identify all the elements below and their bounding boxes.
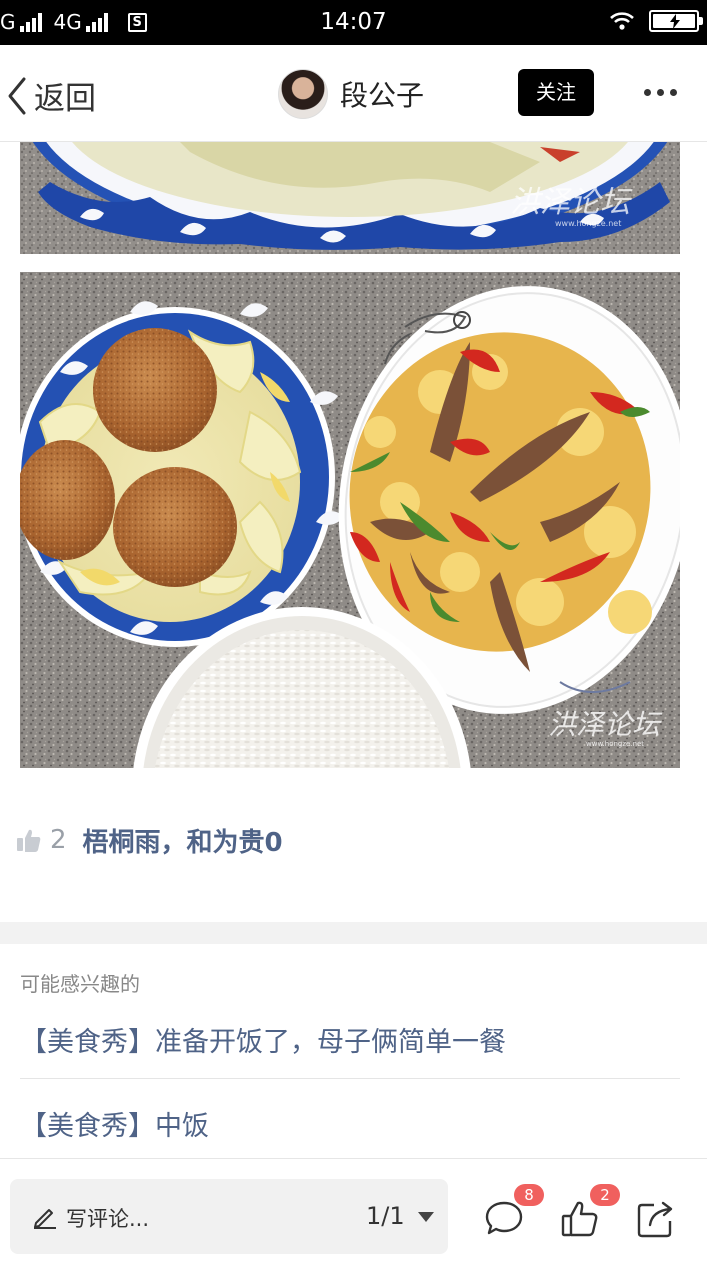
post-detail-page: G 4G S 14:07 返回 段公子 关注 洪泽论坛 www.hongze.n…: [0, 0, 707, 1276]
post-photo-1[interactable]: 洪泽论坛 www.hongze.net: [20, 142, 680, 254]
page-indicator[interactable]: 1/1: [366, 1202, 405, 1230]
follow-button[interactable]: 关注: [518, 69, 594, 116]
clock: 14:07: [320, 9, 387, 35]
comment-icon[interactable]: [484, 1199, 524, 1239]
svg-text:www.hongze.net: www.hongze.net: [586, 740, 644, 748]
system-icons: [609, 10, 703, 32]
status-bar: G 4G S 14:07: [0, 0, 707, 45]
wifi-icon: [610, 12, 634, 30]
thumbs-up-icon[interactable]: [16, 827, 42, 853]
author-name[interactable]: 段公子: [340, 74, 424, 114]
related-item[interactable]: 【美食秀】中饭: [20, 1104, 680, 1143]
likers-list[interactable]: 梧桐雨，和为贵0: [83, 822, 283, 859]
caret-down-icon[interactable]: [418, 1212, 434, 1222]
post-photo-2[interactable]: 洪泽论坛 www.hongze.net: [20, 272, 680, 768]
likes-row: 2 梧桐雨，和为贵0: [16, 820, 283, 860]
watermark-logo-2: 洪泽论坛: [548, 708, 663, 741]
more-options-icon[interactable]: [644, 89, 677, 96]
like-count: 2: [50, 825, 67, 855]
author-info[interactable]: 段公子: [278, 69, 424, 119]
comment-input[interactable]: 写评论... 1/1: [10, 1179, 448, 1254]
svg-text:www.hongze.net: www.hongze.net: [555, 219, 621, 228]
like-icon[interactable]: [560, 1199, 600, 1239]
share-icon[interactable]: [636, 1199, 676, 1239]
back-button[interactable]: 返回: [6, 73, 96, 118]
pencil-icon: [34, 1209, 56, 1229]
back-label: 返回: [34, 81, 96, 117]
battery-icon: [649, 10, 703, 32]
avatar[interactable]: [278, 69, 328, 119]
related-item[interactable]: 【美食秀】准备开饭了，母子俩简单一餐: [20, 1020, 680, 1079]
like-count-badge: 2: [590, 1184, 620, 1206]
bottom-action-bar: 写评论... 1/1 8 2: [0, 1158, 707, 1276]
section-divider: [0, 922, 707, 944]
related-heading: 可能感兴趣的: [20, 972, 140, 996]
watermark-logo: 洪泽论坛: [510, 185, 633, 220]
comment-count-badge: 8: [514, 1184, 544, 1206]
top-nav-bar: 返回 段公子 关注: [0, 45, 707, 142]
comment-placeholder: 写评论...: [66, 1207, 150, 1231]
chevron-left-icon: [8, 77, 26, 114]
